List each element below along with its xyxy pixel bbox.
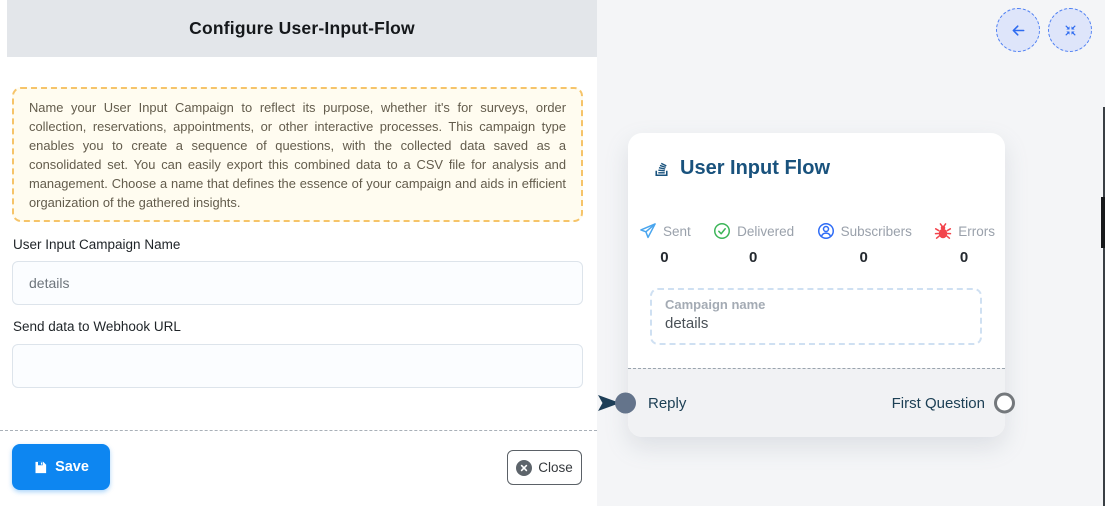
page-title: Configure User-Input-Flow <box>189 18 415 39</box>
save-button[interactable]: Save <box>12 444 110 490</box>
screen: Configure User-Input-Flow Name your User… <box>0 0 1105 506</box>
campaign-name-label: User Input Campaign Name <box>13 237 180 252</box>
node-title-row: User Input Flow <box>651 157 830 180</box>
stat-value: 0 <box>660 249 668 266</box>
stat-value: 0 <box>749 249 757 266</box>
first-question-output-handle[interactable] <box>994 393 1015 414</box>
close-button-label: Close <box>538 460 573 475</box>
stat-label: Delivered <box>737 224 794 239</box>
first-question-label: First Question <box>892 395 985 412</box>
stat-subscribers: Subscribers 0 <box>816 221 912 266</box>
stat-errors: Errors 0 <box>933 221 995 266</box>
footer-divider <box>0 430 597 431</box>
campaign-name-box-label: Campaign name <box>665 297 967 312</box>
save-button-label: Save <box>55 459 89 475</box>
stat-sent: Sent 0 <box>638 221 691 266</box>
panel-header: Configure User-Input-Flow <box>7 0 597 57</box>
flow-canvas: User Input Flow Sent 0 <box>597 0 1105 506</box>
node-stats: Sent 0 Delivered 0 <box>638 221 995 266</box>
stat-label: Subscribers <box>841 224 912 239</box>
node-title: User Input Flow <box>680 157 830 180</box>
configure-panel: Configure User-Input-Flow Name your User… <box>0 0 597 506</box>
stat-value: 0 <box>860 249 868 266</box>
info-text: Name your User Input Campaign to reflect… <box>29 98 566 212</box>
node-footer: Reply First Question <box>628 368 1005 437</box>
person-circle-icon <box>816 221 836 241</box>
floppy-icon <box>33 460 48 475</box>
scrollbar-thumb[interactable] <box>1101 197 1105 248</box>
stat-value: 0 <box>960 249 968 266</box>
campaign-name-box[interactable]: Campaign name details <box>650 288 982 345</box>
campaign-name-input[interactable] <box>12 261 583 305</box>
stat-delivered: Delivered 0 <box>712 221 794 266</box>
webhook-url-label: Send data to Webhook URL <box>13 319 181 334</box>
stack-icon <box>651 158 672 179</box>
back-button[interactable] <box>996 8 1040 52</box>
info-callout: Name your User Input Campaign to reflect… <box>12 87 583 222</box>
fit-view-button[interactable] <box>1048 8 1092 52</box>
arrow-left-icon <box>1009 21 1028 40</box>
x-circle-icon <box>516 460 532 476</box>
webhook-url-input[interactable] <box>12 344 583 388</box>
stat-label: Sent <box>663 224 691 239</box>
close-button[interactable]: Close <box>507 450 582 485</box>
reply-input-handle[interactable] <box>615 393 636 414</box>
bug-icon <box>933 221 953 241</box>
paper-plane-icon <box>638 221 658 241</box>
user-input-flow-node[interactable]: User Input Flow Sent 0 <box>628 133 1005 437</box>
compress-icon <box>1062 22 1079 39</box>
reply-label: Reply <box>648 395 686 412</box>
stat-label: Errors <box>958 224 995 239</box>
campaign-name-box-value: details <box>665 315 967 332</box>
check-circle-icon <box>712 221 732 241</box>
